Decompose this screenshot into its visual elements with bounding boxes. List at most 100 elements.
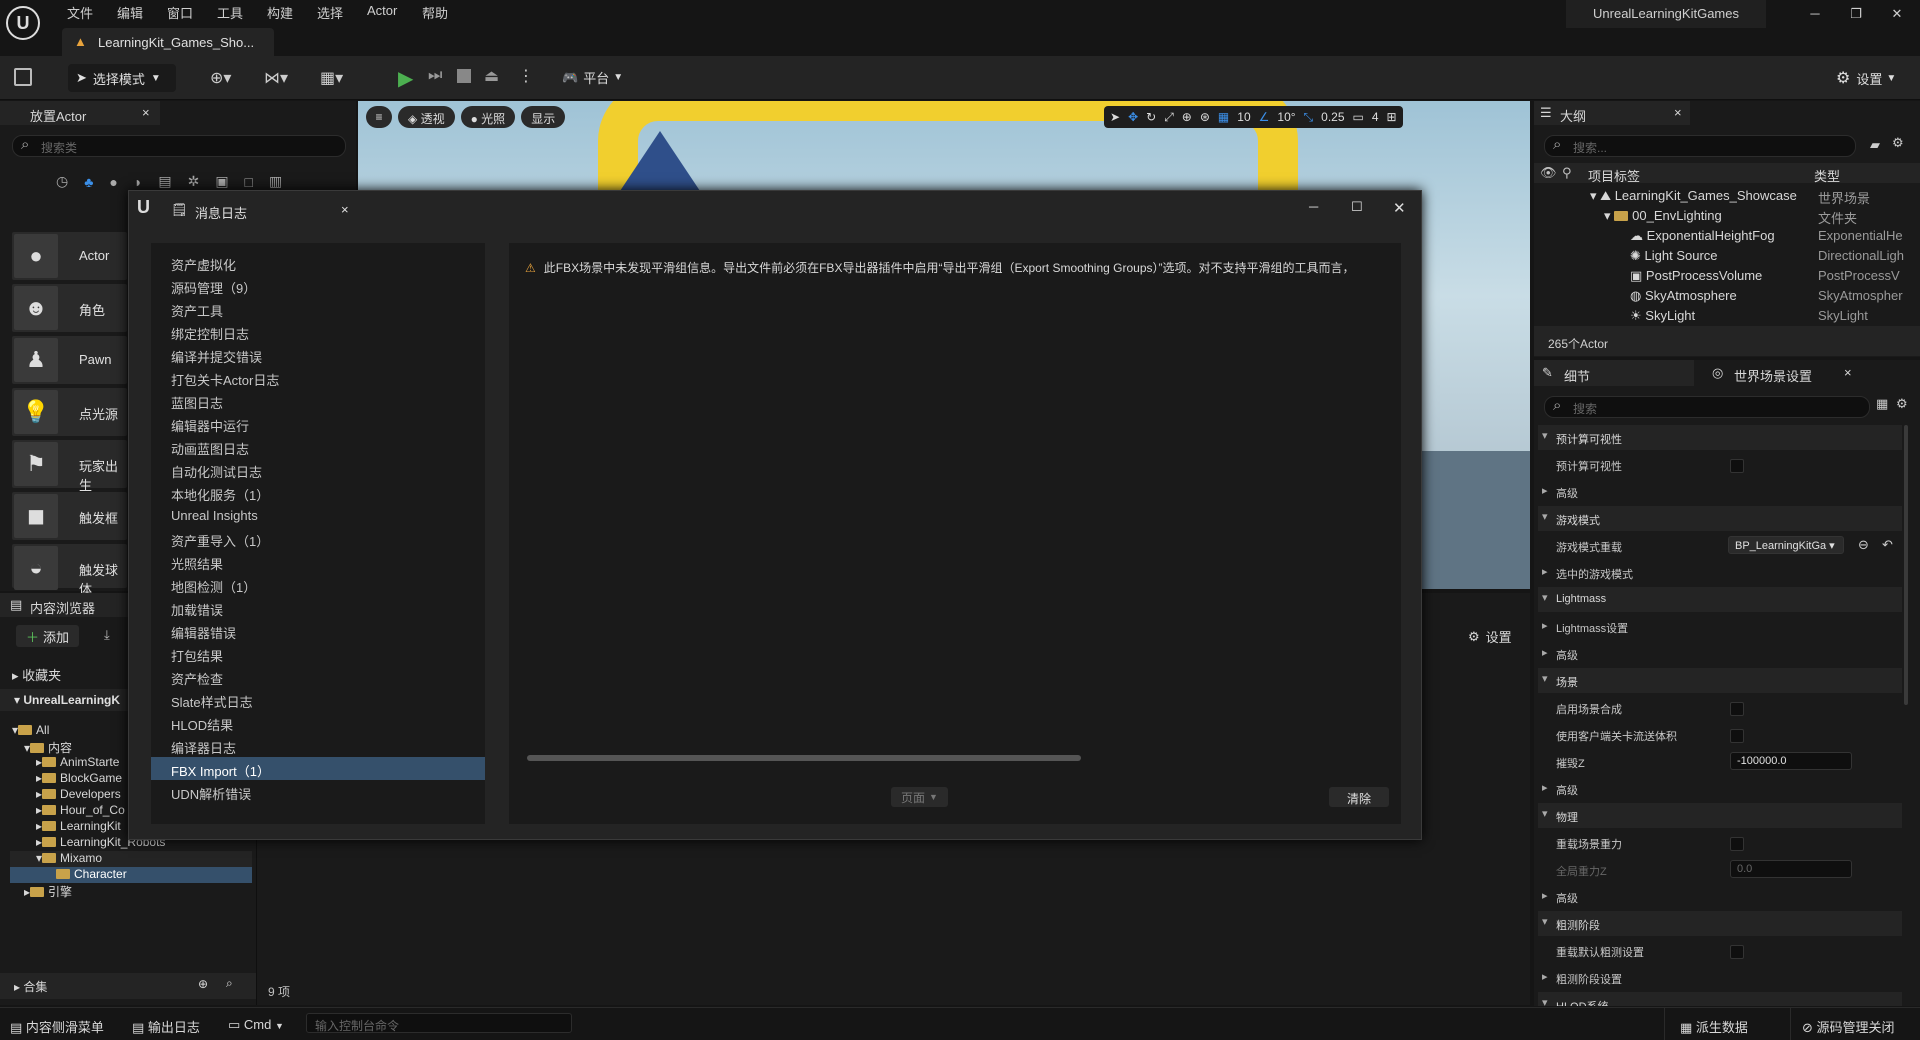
world-settings-tab[interactable]: ◎ 世界场景设置 × — [1700, 360, 1860, 386]
log-category-item[interactable]: 打包关卡Actor日志 — [151, 366, 485, 389]
translate-icon[interactable]: ✥ — [1128, 110, 1138, 124]
basic-icon[interactable]: ♣ — [84, 174, 93, 190]
volumes-icon[interactable]: ▣ — [215, 173, 228, 190]
grid-snap-value[interactable]: 10 — [1237, 110, 1250, 124]
angle-snap-icon[interactable]: ∠ — [1259, 110, 1270, 124]
prop-advanced-2[interactable]: 高级 — [1538, 641, 1902, 667]
add-folder-icon[interactable]: ▰ — [1870, 137, 1880, 153]
log-category-item[interactable]: 本地化服务（1） — [151, 481, 485, 504]
light-icon[interactable]: ● — [109, 174, 117, 190]
override-gravity-checkbox[interactable] — [1730, 837, 1744, 851]
tree-item-animstarter[interactable]: ▸ AnimStarte — [36, 755, 128, 769]
outliner-row-postprocess[interactable]: ▣ PostProcessVolume — [1630, 268, 1762, 284]
more-options-icon[interactable]: ⋮ — [518, 66, 534, 86]
browse-icon[interactable]: ⊖ — [1858, 537, 1869, 553]
play-icon[interactable]: ▶ — [398, 66, 413, 91]
menu-tools[interactable]: 工具 — [217, 3, 243, 22]
blueprint-icon[interactable]: ⋈▾ — [264, 68, 288, 88]
restore-icon[interactable]: ❐ — [1841, 6, 1871, 26]
log-category-item[interactable]: 资产重导入（1） — [151, 527, 485, 550]
save-icon[interactable] — [14, 68, 32, 86]
outliner-row-fog[interactable]: ☁ ExponentialHeightFog — [1630, 228, 1775, 244]
page-dropdown[interactable]: 页面 ▼ — [891, 787, 948, 807]
outliner-row-light-source[interactable]: ✺ Light Source — [1630, 248, 1718, 264]
section-physics[interactable]: 物理 — [1538, 803, 1902, 828]
advance-frame-icon[interactable]: ⏭ — [428, 67, 442, 85]
log-category-item[interactable]: 资产工具 — [151, 297, 485, 320]
log-category-item[interactable]: FBX Import（1） — [151, 757, 485, 780]
section-world[interactable]: 场景 — [1538, 668, 1902, 693]
log-category-item[interactable]: 地图检测（1） — [151, 573, 485, 596]
minimize-icon[interactable]: ─ — [1800, 6, 1830, 26]
layout-icon[interactable]: ⊞ — [1387, 110, 1397, 124]
place-item-actor[interactable]: ● Actor — [12, 232, 127, 280]
label-column-header[interactable]: 项目标签 — [1588, 166, 1640, 185]
global-gravity-input[interactable]: 0.0 — [1730, 860, 1852, 878]
close-icon[interactable]: × — [341, 202, 349, 217]
log-category-item[interactable]: 资产检查 — [151, 665, 485, 688]
tree-item-content[interactable]: ▾ 内容 — [24, 739, 72, 756]
outliner-row-envlighting[interactable]: ▾ 00_EnvLighting — [1604, 208, 1722, 224]
select-tool-icon[interactable]: ➤ — [1110, 110, 1120, 124]
recent-icon[interactable]: ◷ — [56, 173, 68, 190]
type-column-header[interactable]: 类型 — [1814, 166, 1840, 185]
outliner-tab[interactable]: ☰ 大纲 × — [1534, 101, 1690, 125]
tree-item-engine[interactable]: ▸ 引擎 — [24, 883, 72, 900]
prop-lightmass-settings[interactable]: Lightmass设置 — [1538, 614, 1902, 640]
place-item-player-start[interactable]: ⚑ 玩家出生 — [12, 440, 127, 493]
pin-icon[interactable]: ⚲ — [1562, 165, 1572, 181]
cinematics-icon[interactable]: ▦▾ — [320, 68, 343, 88]
tree-item-developers[interactable]: ▸ Developers — [36, 787, 128, 801]
log-category-item[interactable]: 源码管理（9） — [151, 274, 485, 297]
reset-arrow-icon[interactable]: ↶ — [1882, 537, 1893, 553]
menu-build[interactable]: 构建 — [267, 3, 293, 22]
section-broadphase[interactable]: 粗测阶段 — [1538, 911, 1902, 936]
derived-data-button[interactable]: ▦ 派生数据 — [1680, 1017, 1748, 1036]
level-tab[interactable]: ▲ LearningKit_Games_Sho... — [62, 28, 274, 56]
gear-icon[interactable]: ⚙ — [1896, 396, 1908, 412]
log-category-item[interactable]: 自动化测试日志 — [151, 458, 485, 481]
place-item-trigger-sphere[interactable]: ◒ 触发球体 — [12, 544, 127, 597]
override-broadphase-checkbox[interactable] — [1730, 945, 1744, 959]
prop-advanced-3[interactable]: 高级 — [1538, 776, 1902, 802]
add-actor-icon[interactable]: ⊕▾ — [210, 68, 231, 88]
menu-select[interactable]: 选择 — [317, 3, 343, 22]
log-category-item[interactable]: 蓝图日志 — [151, 389, 485, 412]
menu-help[interactable]: 帮助 — [422, 3, 448, 22]
log-category-item[interactable]: 打包结果 — [151, 642, 485, 665]
stop-icon[interactable] — [457, 69, 471, 83]
horizontal-scrollbar[interactable] — [527, 755, 1081, 761]
log-category-item[interactable]: 资产虚拟化 — [151, 251, 485, 274]
place-item-point-light[interactable]: 💡 点光源 — [12, 388, 127, 436]
select-mode-button[interactable]: ➤ 选择模式 ▼ — [68, 64, 176, 92]
log-category-item[interactable]: 动画蓝图日志 — [151, 435, 485, 458]
log-category-item[interactable]: Unreal Insights — [151, 504, 485, 527]
outliner-row-world[interactable]: ▾ ⛰ LearningKit_Games_Showcase — [1590, 188, 1797, 204]
log-category-item[interactable]: 加载错误 — [151, 596, 485, 619]
grid-snap-icon[interactable]: ▦ — [1218, 110, 1229, 124]
tree-item-all[interactable]: ▾ All — [12, 723, 49, 737]
menu-actor[interactable]: Actor — [367, 3, 397, 18]
unreal-logo-icon[interactable]: U — [6, 6, 40, 40]
class-search-input[interactable]: 搜索类 — [12, 135, 346, 157]
eject-icon[interactable]: ⏏ — [484, 66, 499, 86]
log-category-item[interactable]: 光照结果 — [151, 550, 485, 573]
prop-broadphase-settings[interactable]: 粗测阶段设置 — [1538, 965, 1902, 991]
details-search-input[interactable]: 搜索 — [1544, 396, 1870, 418]
collections-header[interactable]: ▸ 合集 ⊕ ⌕ — [0, 973, 256, 999]
prop-selected-game-mode[interactable]: 选中的游戏模式 — [1538, 560, 1902, 586]
settings-button[interactable]: ⚙ 设置 ▼ — [1836, 68, 1896, 88]
tree-item-learningkit[interactable]: ▸ LearningKit — [36, 819, 128, 833]
prop-advanced-1[interactable]: 高级 — [1538, 479, 1902, 505]
precomputed-visibility-checkbox[interactable] — [1730, 459, 1744, 473]
hamburger-menu-icon[interactable]: ≡ — [366, 106, 392, 128]
add-collection-icon[interactable]: ⊕ — [198, 977, 208, 991]
log-category-item[interactable]: 绑定控制日志 — [151, 320, 485, 343]
scale-icon[interactable]: ⤢ — [1164, 110, 1174, 125]
visibility-icon[interactable]: 👁 — [1540, 165, 1557, 181]
log-category-item[interactable]: 编辑器错误 — [151, 619, 485, 642]
close-icon[interactable]: ✕ — [1882, 6, 1912, 26]
surface-snap-icon[interactable]: ⊛ — [1200, 110, 1210, 124]
minimize-icon[interactable]: ─ — [1309, 199, 1318, 214]
tree-item-blockgame[interactable]: ▸ BlockGame — [36, 771, 128, 785]
